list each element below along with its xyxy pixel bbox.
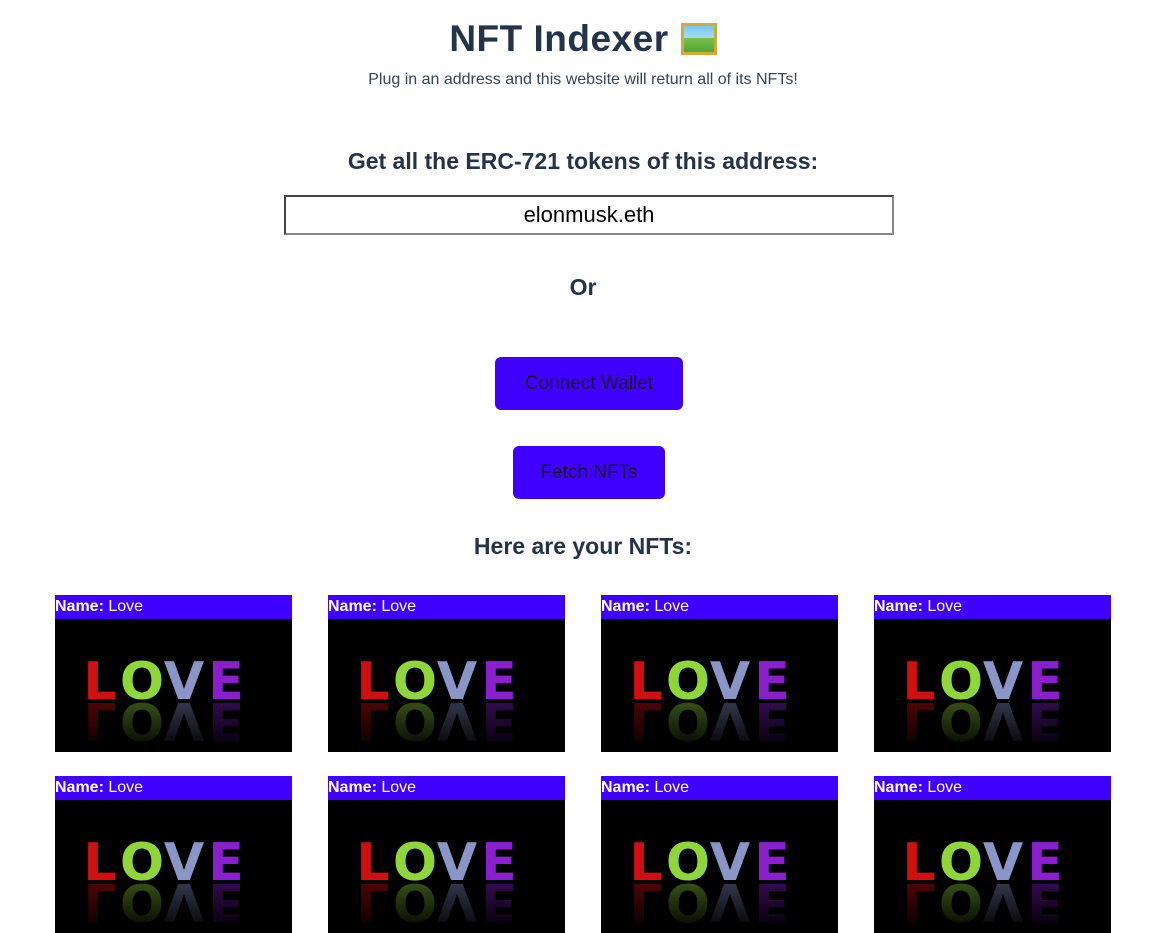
nft-card-name-label: Name:	[328, 598, 377, 615]
nft-card-image: LLOOVVEE	[55, 800, 292, 933]
connect-wallet-button[interactable]: Connect Wallet	[495, 357, 683, 410]
fetch-nfts-button[interactable]: Fetch NFTs	[513, 446, 665, 499]
nft-card-name-bar: Name: Love	[55, 776, 292, 800]
page-subtitle: Plug in an address and this website will…	[368, 71, 798, 88]
nft-card-name-value: Love	[381, 598, 417, 615]
nft-card-name-label: Name:	[601, 779, 650, 796]
framed-picture-icon	[680, 23, 717, 55]
nft-card-name-bar: Name: Love	[601, 776, 838, 800]
nft-card-name-label: Name:	[328, 779, 377, 796]
nft-card[interactable]: Name: LoveLLOOVVEE	[55, 595, 292, 752]
nft-card[interactable]: Name: LoveLLOOVVEE	[328, 595, 565, 752]
results-heading: Here are your NFTs:	[473, 533, 693, 559]
address-input[interactable]	[284, 195, 894, 235]
nft-card-name-bar: Name: Love	[328, 595, 565, 619]
nft-card-name-bar: Name: Love	[328, 776, 565, 800]
nft-card-name-bar: Name: Love	[874, 595, 1111, 619]
nft-card-image: LLOOVVEE	[601, 800, 838, 933]
nft-card[interactable]: Name: LoveLLOOVVEE	[874, 595, 1111, 752]
nft-card-name-value: Love	[927, 598, 963, 615]
nft-card[interactable]: Name: LoveLLOOVVEE	[874, 776, 1111, 933]
nft-card-image: LLOOVVEE	[874, 619, 1111, 752]
nft-card[interactable]: Name: LoveLLOOVVEE	[601, 776, 838, 933]
nft-card-name-value: Love	[927, 779, 963, 796]
nft-card-image: LLOOVVEE	[55, 619, 292, 752]
nft-card-name-value: Love	[654, 779, 690, 796]
nft-card-name-value: Love	[108, 779, 144, 796]
page-title-text: NFT Indexer	[449, 18, 669, 59]
page-title: NFT Indexer	[0, 18, 1166, 60]
nft-card[interactable]: Name: LoveLLOOVVEE	[55, 776, 292, 933]
nft-grid: Name: LoveLLOOVVEEName: LoveLLOOVVEEName…	[55, 595, 1111, 933]
nft-card-name-label: Name:	[55, 598, 104, 615]
nft-card-name-label: Name:	[55, 779, 104, 796]
nft-card-name-bar: Name: Love	[601, 595, 838, 619]
nft-card-name-label: Name:	[601, 598, 650, 615]
nft-card-name-value: Love	[381, 779, 417, 796]
nft-card-name-value: Love	[654, 598, 690, 615]
address-heading: Get all the ERC-721 tokens of this addre…	[347, 148, 819, 174]
nft-card-name-bar: Name: Love	[55, 595, 292, 619]
nft-card-name-label: Name:	[874, 598, 923, 615]
nft-card-image: LLOOVVEE	[874, 800, 1111, 933]
nft-card[interactable]: Name: LoveLLOOVVEE	[328, 776, 565, 933]
nft-card-image: LLOOVVEE	[328, 800, 565, 933]
nft-card-name-label: Name:	[874, 779, 923, 796]
nft-card-image: LLOOVVEE	[328, 619, 565, 752]
nft-card-image: LLOOVVEE	[601, 619, 838, 752]
nft-card[interactable]: Name: LoveLLOOVVEE	[601, 595, 838, 752]
nft-card-name-bar: Name: Love	[874, 776, 1111, 800]
nft-card-name-value: Love	[108, 598, 144, 615]
or-label: Or	[569, 274, 597, 300]
